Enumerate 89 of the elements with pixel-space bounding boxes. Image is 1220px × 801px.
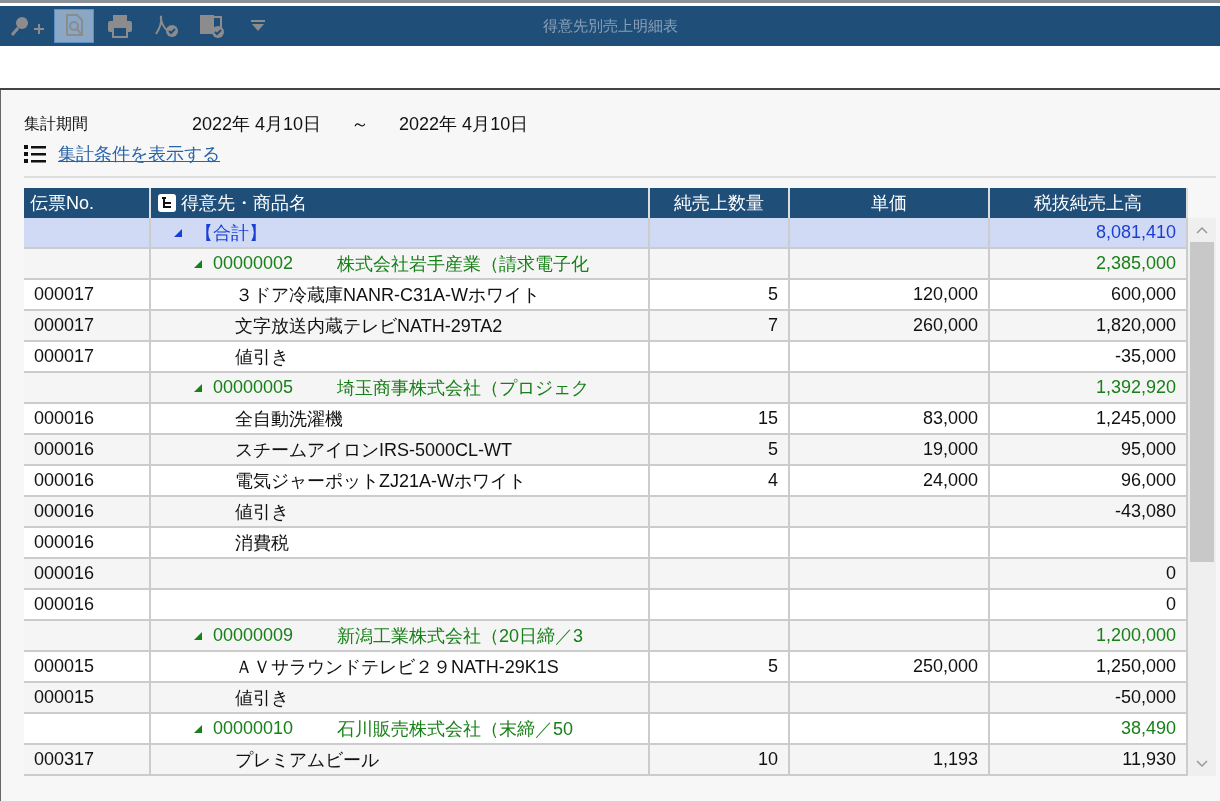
table-cell: 5 (650, 652, 790, 683)
table-cell: 95,000 (990, 435, 1188, 466)
product-name: 値引き (235, 345, 289, 369)
scrollbar[interactable] (1188, 218, 1216, 776)
table-cell: 38,490 (990, 714, 1188, 745)
period-label: 集計期間 (24, 113, 89, 134)
customer-name: 新潟工業株式会社（20日締／3 (337, 624, 584, 648)
table-cell: 000015 (24, 652, 151, 683)
show-conditions-link[interactable]: 集計条件を表示する (58, 142, 220, 166)
table-cell: 83,000 (790, 404, 990, 435)
table-cell: 0 (990, 559, 1188, 590)
collapse-triangle-icon[interactable] (193, 630, 203, 641)
product-name: 文字放送内蔵テレビNATH-29TA2 (235, 314, 503, 338)
column-label: 純売上数量 (674, 192, 764, 215)
table-cell: 000017 (24, 280, 151, 311)
table-cell: 7 (650, 311, 790, 342)
list-icon (24, 144, 46, 164)
customer-name: 石川販売株式会社（末締／50 (337, 717, 574, 741)
table-cell: 2,385,000 (990, 249, 1188, 280)
table-cell: 10 (650, 745, 790, 776)
customer-code: 00000002 (213, 253, 294, 274)
table-cell: -35,000 (990, 342, 1188, 373)
table-cell: 5 (650, 435, 790, 466)
table-cell: 000317 (24, 745, 151, 776)
table-cell: 1,245,000 (990, 404, 1188, 435)
table-cell: 1,193 (790, 745, 990, 776)
table-cell: 1,200,000 (990, 621, 1188, 652)
window-title: 得意先別売上明細表 (542, 16, 678, 36)
column-label: 伝票No. (30, 192, 94, 215)
product-name: 全自動洗濯機 (235, 407, 343, 431)
product-name: 値引き (235, 500, 289, 524)
table-cell: 250,000 (790, 652, 990, 683)
table-cell: 000017 (24, 311, 151, 342)
table-cell: 000017 (24, 342, 151, 373)
customer-name: 【合計】 (195, 221, 267, 245)
table-cell: 000015 (24, 683, 151, 714)
product-name: スチームアイロンIRS-5000CL-WT (235, 438, 513, 462)
customer-code: 00000005 (213, 377, 294, 398)
column-label: 単価 (871, 192, 907, 215)
table-cell: 000016 (24, 590, 151, 621)
collapse-triangle-icon[interactable] (193, 258, 203, 269)
table-cell: 120,000 (790, 280, 990, 311)
table-cell: 600,000 (990, 280, 1188, 311)
customer-code: 00000009 (213, 625, 294, 646)
table-cell: 11,930 (990, 745, 1188, 776)
date-from: 2022年 4月10日 (192, 113, 322, 136)
table-cell: 000016 (24, 466, 151, 497)
pdf-check-icon (153, 14, 179, 38)
range-separator: ～ (351, 113, 370, 136)
zoom-in-icon (10, 15, 46, 37)
table-cell: 000016 (24, 404, 151, 435)
product-name: 電気ジャーポットZJ21A-Wホワイト (235, 469, 526, 493)
dropdown-icon (250, 19, 266, 33)
product-name: 消費税 (235, 531, 289, 555)
table-cell: 260,000 (790, 311, 990, 342)
table-cell: 5 (650, 280, 790, 311)
table-cell: 1,392,920 (990, 373, 1188, 404)
table-cell: -43,080 (990, 497, 1188, 528)
date-to: 2022年 4月10日 (399, 113, 529, 136)
table-cell: 000016 (24, 528, 151, 559)
table-cell: 96,000 (990, 466, 1188, 497)
tree-view-icon[interactable] (157, 193, 177, 213)
product-name: プレミアムビール (235, 748, 379, 772)
collapse-triangle-icon[interactable] (193, 382, 203, 393)
table-cell: 15 (650, 404, 790, 435)
table-cell: 4 (650, 466, 790, 497)
collapse-triangle-icon[interactable] (173, 227, 183, 238)
table-cell: 1,820,000 (990, 311, 1188, 342)
column-label: 税抜純売上高 (1034, 192, 1142, 215)
product-name: ３ドア冷蔵庫NANR-C31A-Wホワイト (235, 283, 540, 307)
customer-name: 株式会社岩手産業（請求電子化 (337, 252, 590, 276)
collapse-triangle-icon[interactable] (193, 723, 203, 734)
table-cell: 000016 (24, 497, 151, 528)
customer-name: 埼玉商事株式会社（プロジェク (337, 376, 590, 400)
table-cell: 0 (990, 590, 1188, 621)
table-cell: 8,081,410 (990, 218, 1188, 249)
product-name: 値引き (235, 686, 289, 710)
table-cell: 24,000 (790, 466, 990, 497)
product-name: ＡＶサラウンドテレビ２９NATH-29K1S (235, 655, 559, 679)
toolbar-button[interactable] (54, 9, 94, 43)
spreadsheet-check-icon (199, 13, 225, 39)
table-cell: 1,250,000 (990, 652, 1188, 683)
table-cell: 000016 (24, 435, 151, 466)
table-cell: 19,000 (790, 435, 990, 466)
printer-icon (107, 14, 133, 38)
table-cell: 000016 (24, 559, 151, 590)
column-label: 得意先・商品名 (181, 192, 307, 215)
table-cell: -50,000 (990, 683, 1188, 714)
customer-code: 00000010 (213, 718, 294, 739)
